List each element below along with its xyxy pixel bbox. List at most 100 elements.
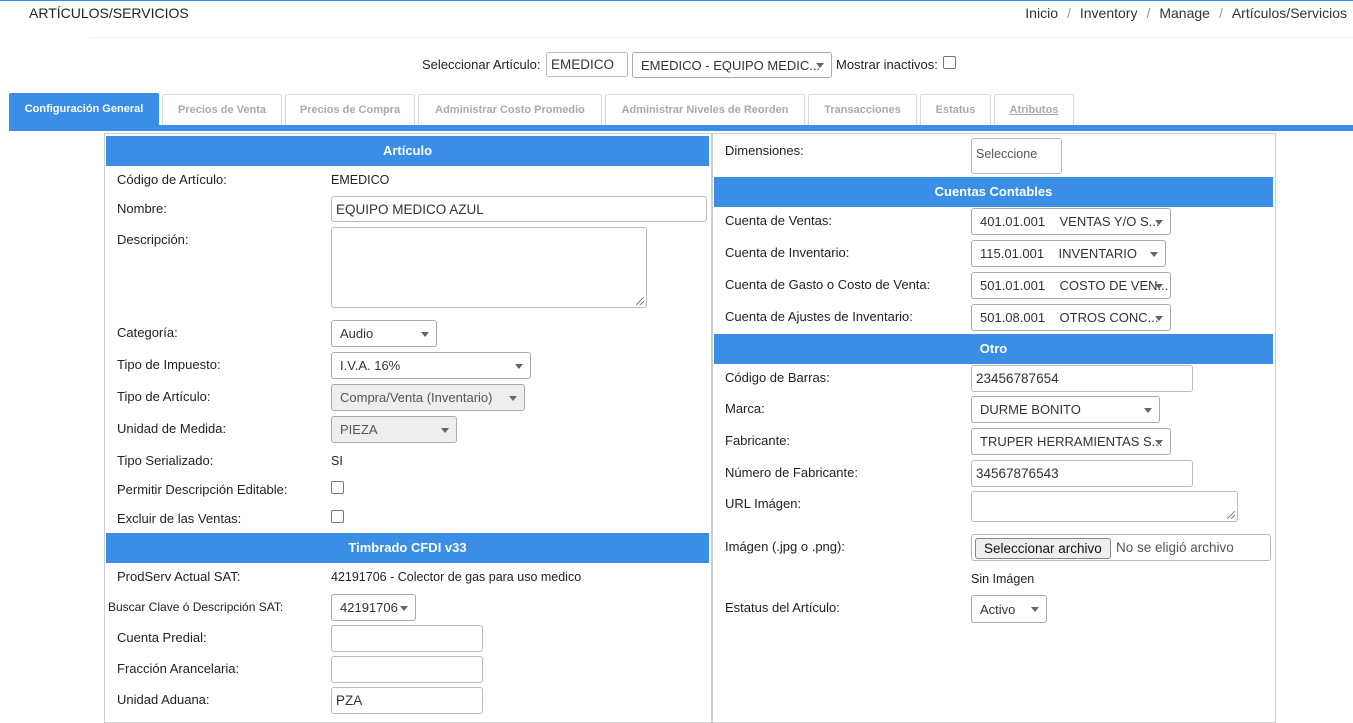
nombre-label: Nombre: [117, 201, 167, 216]
tipo-articulo-select[interactable]: Compra/Venta (Inventario) [331, 384, 525, 411]
serializado-value: SI [331, 454, 343, 468]
article-code-input[interactable]: EMEDICO [546, 52, 628, 77]
tab-precios-venta[interactable]: Precios de Venta [162, 94, 282, 125]
otro-section-heading: Otro [714, 334, 1273, 364]
chevron-down-icon [1155, 439, 1163, 445]
numero-fabricante-input[interactable]: 34567876543 [971, 460, 1193, 487]
articulo-section-heading: Artículo [106, 136, 709, 166]
url-imagen-textarea[interactable] [971, 491, 1238, 522]
cuenta-predial-input[interactable] [331, 625, 483, 652]
descripcion-editable-label: Permitir Descripción Editable: [117, 482, 288, 497]
page-title: ARTÍCULOS/SERVICIOS [29, 5, 189, 21]
breadcrumb: Inicio / Inventory / Manage / Artículos/Servic… [1025, 5, 1347, 21]
show-inactive-label: Mostrar inactivos: [836, 57, 938, 72]
article-select[interactable]: EMEDICO - EQUIPO MEDIC... [632, 52, 832, 78]
resize-grip-icon[interactable] [636, 297, 644, 305]
categoria-label: Categoría: [117, 325, 178, 340]
prodserv-label: ProdServ Actual SAT: [117, 569, 241, 584]
breadcrumb-inventory[interactable]: Inventory [1080, 5, 1138, 21]
resize-grip-icon[interactable] [1227, 511, 1235, 519]
select-article-label: Seleccionar Artículo: [422, 57, 541, 72]
codigo-value: EMEDICO [331, 173, 390, 187]
tab-costo-promedio[interactable]: Administrar Costo Promedio [418, 94, 602, 125]
chevron-down-icon [441, 427, 449, 433]
imagen-file-input[interactable]: Seleccionar archivo No se eligió archivo [971, 534, 1271, 561]
breadcrumb-current: Artículos/Servicios [1231, 5, 1347, 21]
impuesto-select[interactable]: I.V.A. 16% [331, 352, 531, 379]
cuenta-ventas-select[interactable]: 401.01.001 VENTAS Y/O S... [971, 208, 1171, 235]
estatus-value: Activo [980, 602, 1016, 617]
chevron-down-icon [1031, 607, 1039, 612]
chevron-down-icon [1150, 251, 1158, 257]
categoria-select[interactable]: Audio [331, 320, 437, 347]
file-status-text: No se eligió archivo [1116, 540, 1234, 555]
url-imagen-label: URL Imágen: [725, 496, 802, 511]
unidad-medida-label: Unidad de Medida: [117, 421, 227, 436]
descripcion-editable-checkbox[interactable] [331, 481, 344, 494]
chevron-down-icon [400, 605, 408, 611]
chevron-down-icon [1155, 315, 1163, 321]
article-selector-row: Seleccionar Artículo: EMEDICO EMEDICO - … [0, 52, 1353, 78]
unidad-aduana-input[interactable]: PZA [331, 687, 483, 714]
breadcrumb-separator: / [1066, 5, 1071, 21]
breadcrumb-manage[interactable]: Manage [1159, 5, 1210, 21]
dimensiones-select[interactable]: Seleccione [971, 138, 1062, 174]
tab-atributos[interactable]: Atributos [994, 94, 1074, 125]
cuenta-ventas-value: 401.01.001 VENTAS Y/O S... [980, 214, 1160, 229]
fabricante-label: Fabricante: [725, 433, 791, 448]
cuenta-predial-label: Cuenta Predial: [117, 630, 207, 645]
cuenta-ajustes-select[interactable]: 501.08.001 OTROS CONC... [971, 304, 1171, 331]
breadcrumb-separator: / [1146, 5, 1151, 21]
tab-niveles-reorden[interactable]: Administrar Niveles de Reorden [605, 94, 805, 125]
marca-label: Marca: [725, 401, 765, 416]
breadcrumb-inicio[interactable]: Inicio [1025, 5, 1058, 21]
chevron-down-icon [515, 363, 523, 369]
cuenta-inventario-label: Cuenta de Inventario: [725, 245, 850, 260]
imagen-label: Imágen (.jpg o .png): [725, 539, 845, 554]
fabricante-value: TRUPER HERRAMIENTAS S... [980, 434, 1163, 449]
tab-underline [9, 125, 1353, 131]
estatus-select[interactable]: Activo [971, 595, 1047, 623]
cuenta-inventario-select[interactable]: 115.01.001 INVENTARIO [971, 240, 1166, 267]
cuenta-inventario-value: 115.01.001 INVENTARIO [980, 246, 1138, 261]
cuenta-ajustes-label: Cuenta de Ajustes de Inventario: [725, 309, 913, 324]
select-file-button[interactable]: Seleccionar archivo [975, 538, 1111, 559]
fabricante-select[interactable]: TRUPER HERRAMIENTAS S... [971, 428, 1171, 455]
top-accent-line [0, 0, 1353, 1]
excluir-ventas-checkbox[interactable] [331, 510, 344, 523]
codigo-label: Código de Artículo: [117, 172, 227, 187]
cuenta-gasto-value: 501.01.001 COSTO DE VEN... [980, 278, 1169, 293]
serializado-label: Tipo Serializado: [117, 453, 214, 468]
breadcrumb-separator: / [1218, 5, 1223, 21]
marca-value: DURME BONITO [980, 402, 1081, 417]
buscar-sat-select[interactable]: 42191706 [331, 594, 416, 621]
tab-estatus[interactable]: Estatus [920, 94, 991, 125]
descripcion-label: Descripción: [117, 232, 189, 247]
excluir-ventas-label: Excluir de las Ventas: [117, 511, 242, 526]
nombre-input[interactable]: EQUIPO MEDICO AZUL [331, 196, 707, 222]
unidad-aduana-label: Unidad Aduana: [117, 692, 210, 707]
tab-precios-compra[interactable]: Precios de Compra [285, 94, 415, 125]
tab-transacciones[interactable]: Transacciones [808, 94, 917, 125]
categoria-value: Audio [340, 326, 374, 341]
dimensiones-label: Dimensiones: [725, 143, 804, 158]
chevron-down-icon [816, 63, 824, 68]
codigo-barras-input[interactable]: 23456787654 [971, 365, 1193, 392]
fraccion-arancelaria-input[interactable] [331, 656, 483, 683]
descripcion-textarea[interactable] [331, 227, 647, 308]
cuenta-ventas-label: Cuenta de Ventas: [725, 213, 832, 228]
numero-fabricante-label: Número de Fabricante: [725, 465, 858, 480]
fraccion-arancelaria-label: Fracción Arancelaria: [117, 661, 240, 676]
cuenta-gasto-select[interactable]: 501.01.001 COSTO DE VEN... [971, 272, 1171, 299]
timbrado-section-heading: Timbrado CFDI v33 [106, 533, 709, 563]
unidad-medida-value: PIEZA [340, 422, 378, 437]
impuesto-value: I.V.A. 16% [340, 358, 401, 373]
show-inactive-checkbox[interactable] [943, 56, 956, 69]
article-select-value: EMEDICO - EQUIPO MEDIC... [641, 58, 821, 73]
unidad-medida-select[interactable]: PIEZA [331, 416, 457, 443]
buscar-sat-label: Buscar Clave ó Descripción SAT: [108, 600, 284, 614]
chevron-down-icon [1144, 407, 1152, 413]
codigo-barras-label: Código de Barras: [725, 370, 830, 385]
tab-configuracion-general[interactable]: Configuración General [9, 93, 159, 125]
marca-select[interactable]: DURME BONITO [971, 396, 1160, 423]
